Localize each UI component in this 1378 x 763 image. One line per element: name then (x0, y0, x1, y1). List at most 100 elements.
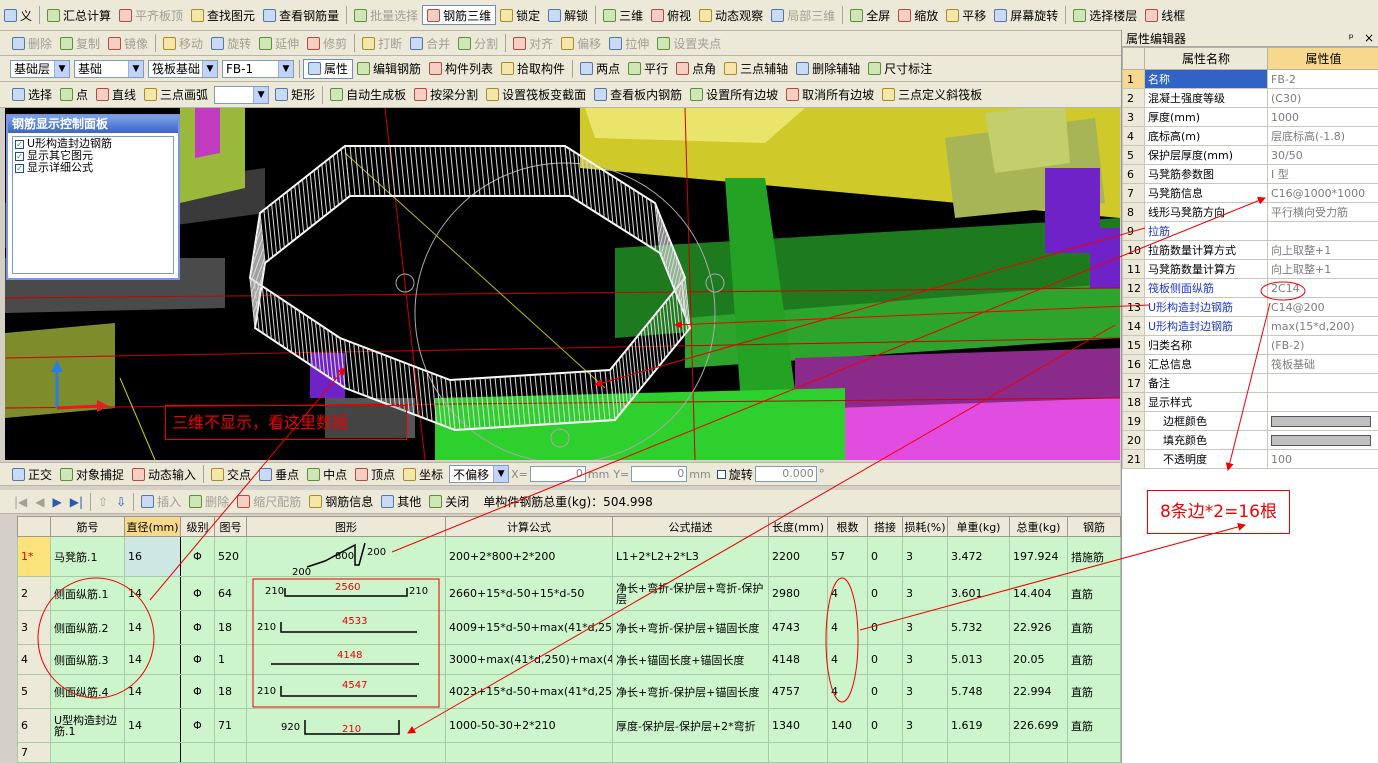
snap-button-5[interactable]: 中点 (303, 464, 351, 484)
table-row[interactable]: 5 侧面纵筋.4 14 Φ 18 210 4547 4023+15*d-50+max(41*d… (17, 674, 1121, 709)
cell-shape[interactable]: 210 4547 (246, 674, 446, 709)
main-button-10[interactable]: 俯视 (647, 5, 695, 25)
offset-select[interactable]: 不偏移 ▼ (449, 465, 510, 483)
cell-kind[interactable]: 措施筋 (1067, 536, 1121, 577)
main-button-17[interactable]: 选择楼层 (1069, 5, 1141, 25)
property-value[interactable] (1267, 221, 1378, 241)
category-select[interactable]: 基础 ▼ (74, 59, 144, 78)
cell-grade[interactable]: Φ (180, 674, 215, 709)
rotate-checkbox[interactable] (716, 469, 726, 479)
column-header[interactable]: 筋号 (50, 516, 125, 537)
cell-name[interactable]: 侧面纵筋.1 (50, 576, 125, 611)
cell-shape[interactable]: 200 800 200 (246, 536, 446, 577)
cell-len[interactable]: 4757 (768, 674, 828, 709)
cell-formula[interactable]: 200+2*800+2*200 (445, 536, 613, 577)
layer-button-8[interactable]: 删除辅轴 (792, 59, 864, 79)
layer-button-7[interactable]: 三点辅轴 (720, 59, 792, 79)
property-row[interactable]: 11 马凳筋数量计算方 向上取整+1 (1122, 259, 1378, 279)
cell-lap[interactable]: 0 (867, 674, 903, 709)
cell-count[interactable]: 4 (827, 576, 868, 611)
column-header[interactable]: 单重(kg) (947, 516, 1010, 537)
cell-name[interactable]: 侧面纵筋.2 (50, 610, 125, 645)
cell-desc[interactable]: 净长+弯折-保护层+锚固长度 (612, 610, 769, 645)
cell-fig[interactable]: 71 (214, 708, 247, 743)
property-value[interactable]: (C30) (1267, 88, 1378, 108)
table-row[interactable]: 3 侧面纵筋.2 14 Φ 18 210 4533 4009+15*d-50+max(41*d… (17, 610, 1121, 645)
edit-button-5[interactable]: 延伸 (255, 33, 303, 53)
property-value[interactable] (1267, 411, 1378, 431)
cell-dia[interactable]: 14 (124, 674, 181, 709)
layer-button-3[interactable]: 拾取构件 (497, 59, 569, 79)
cell-unit[interactable]: 5.748 (947, 674, 1010, 709)
property-row[interactable]: 5 保护层厚度(mm) 30/50 (1122, 145, 1378, 165)
edit-button-9[interactable]: 分割 (454, 33, 502, 53)
cell-formula[interactable]: 2660+15*d-50+15*d-50 (445, 576, 613, 611)
table-row[interactable]: 6 U型构造封边筋.1 14 Φ 71 920 210 1000-50-30+2*210 厚度-… (17, 708, 1121, 743)
cell-formula[interactable] (445, 742, 613, 763)
edit-button-0[interactable]: 删除 (8, 33, 56, 53)
cell-fig[interactable]: 64 (214, 576, 247, 611)
property-value[interactable]: FB-2 (1267, 69, 1378, 89)
edit-button-13[interactable]: 设置夹点 (653, 33, 725, 53)
rotate-input[interactable]: 0.000 (754, 466, 817, 482)
cell-unit[interactable] (947, 742, 1010, 763)
property-value[interactable]: max(15*d,200) (1267, 316, 1378, 336)
floor-select[interactable]: 基础层 ▼ (10, 59, 70, 78)
cell-grade[interactable]: Φ (180, 576, 215, 611)
main-button-7[interactable]: 锁定 (496, 5, 544, 25)
column-header[interactable]: 计算公式 (445, 516, 613, 537)
y-input[interactable]: 0 (631, 466, 688, 482)
cell-len[interactable] (768, 742, 828, 763)
cell-shape[interactable]: 920 210 (246, 708, 446, 743)
cell-kind[interactable]: 直筋 (1067, 610, 1121, 645)
cell-total[interactable]: 197.924 (1009, 536, 1068, 577)
main-button-0[interactable]: 义 (0, 5, 36, 25)
cell-no[interactable]: 2 (17, 576, 51, 611)
cell-grade[interactable] (180, 742, 215, 763)
draw-button-11[interactable]: 三点定义斜筏板 (878, 85, 986, 105)
cell-total[interactable] (1009, 742, 1068, 763)
edit-button-10[interactable]: 对齐 (509, 33, 557, 53)
cell-lap[interactable]: 0 (867, 610, 903, 645)
cell-unit[interactable]: 5.013 (947, 644, 1010, 675)
cell-desc[interactable]: L1+2*L2+2*L3 (612, 536, 769, 577)
cell-formula[interactable]: 4009+15*d-50+max(41*d,250) (445, 610, 613, 645)
property-row[interactable]: 19 边框颜色 (1122, 411, 1378, 431)
property-row[interactable]: 17 备注 (1122, 373, 1378, 393)
cell-dia[interactable]: 14 (124, 576, 181, 611)
snap-button-2[interactable]: 动态输入 (128, 464, 200, 484)
snap-button-4[interactable]: 垂点 (255, 464, 303, 484)
edit-button-7[interactable]: 打断 (358, 33, 406, 53)
property-row[interactable]: 12 筏板侧面纵筋 2C14 (1122, 278, 1378, 298)
draw-button-9[interactable]: 设置所有边坡 (686, 85, 782, 105)
edit-button-4[interactable]: 旋转 (207, 33, 255, 53)
cell-total[interactable]: 14.404 (1009, 576, 1068, 611)
cell-formula[interactable]: 3000+max(41*d,250)+max(41*d,250) (445, 644, 613, 675)
cell-count[interactable] (827, 742, 868, 763)
draw-button-8[interactable]: 查看板内钢筋 (590, 85, 686, 105)
main-button-9[interactable]: 三维 (599, 5, 647, 25)
draw-button-7[interactable]: 设置筏板变截面 (482, 85, 590, 105)
property-row[interactable]: 7 马凳筋信息 C16@1000*1000 (1122, 183, 1378, 203)
table-row[interactable]: 1* 马凳筋.1 16 Φ 520 200 800 200 200+2*800+2*200 L1+… (17, 536, 1121, 577)
property-value[interactable] (1267, 392, 1378, 412)
cell-desc[interactable]: 厚度-保护层-保护层+2*弯折 (612, 708, 769, 743)
cell-grade[interactable]: Φ (180, 708, 215, 743)
edit-button-11[interactable]: 偏移 (557, 33, 605, 53)
cell-desc[interactable]: 净长+弯折-保护层+锚固长度 (612, 674, 769, 709)
cell-no[interactable]: 4 (17, 644, 51, 675)
column-header[interactable]: 直径(mm) (124, 516, 181, 537)
cell-len[interactable]: 2200 (768, 536, 828, 577)
cell-lap[interactable]: 0 (867, 644, 903, 675)
main-button-8[interactable]: 解锁 (544, 5, 592, 25)
property-row[interactable]: 4 底标高(m) 层底标高(-1.8) (1122, 126, 1378, 146)
cell-count[interactable]: 57 (827, 536, 868, 577)
cell-lap[interactable] (867, 742, 903, 763)
last-record-icon[interactable]: ▶| (66, 492, 87, 512)
cell-no[interactable]: 7 (17, 742, 51, 763)
main-button-16[interactable]: 屏幕旋转 (990, 5, 1062, 25)
grid-button-0[interactable]: 插入 (137, 492, 185, 512)
main-button-1[interactable]: 汇总计算 (43, 5, 115, 25)
property-value[interactable]: 30/50 (1267, 145, 1378, 165)
cell-total[interactable]: 20.05 (1009, 644, 1068, 675)
